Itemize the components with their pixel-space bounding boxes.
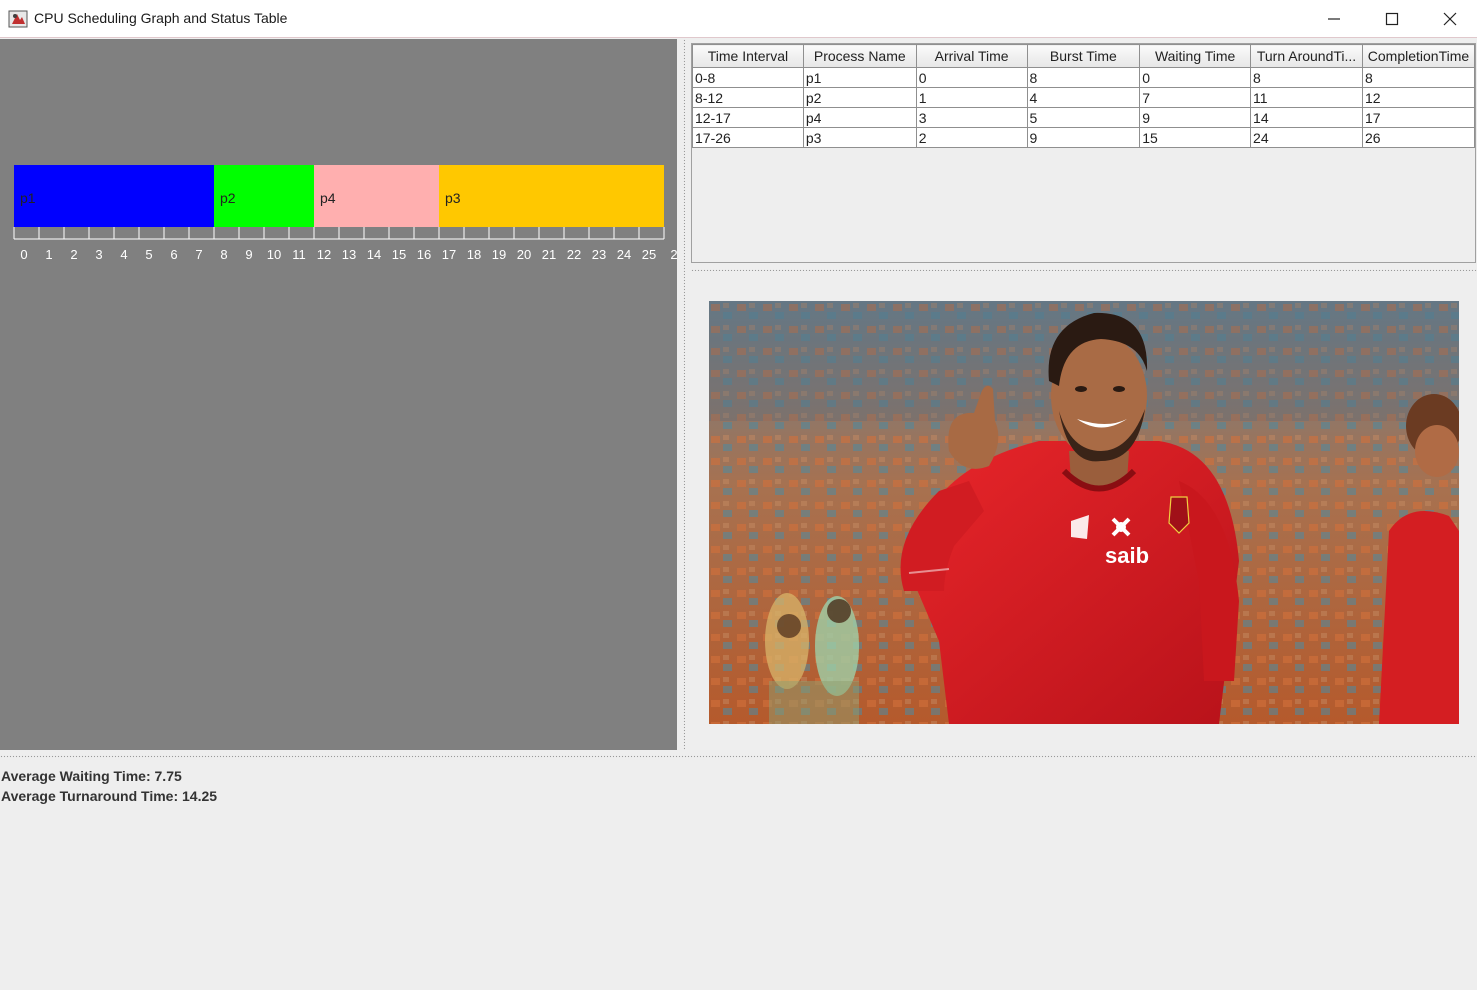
- column-header[interactable]: Turn AroundTi...: [1250, 44, 1363, 68]
- average-turnaround-time: Average Turnaround Time: 14.25: [1, 788, 218, 804]
- java-app-icon: [8, 10, 28, 28]
- table-cell[interactable]: 3: [915, 107, 1028, 128]
- image-panel: saib: [691, 277, 1477, 750]
- table-viewport: Time Interval Process Name Arrival Time Bur…: [691, 43, 1476, 263]
- gantt-bar-p1: [14, 165, 214, 227]
- status-table: Time Interval Process Name Arrival Time Bur…: [692, 44, 1476, 148]
- time-axis-tick-label: 16: [417, 247, 431, 262]
- table-row[interactable]: 17-26 p3 2 9 15 24 26: [692, 127, 1476, 148]
- column-header[interactable]: CompletionTime: [1361, 44, 1476, 68]
- table-cell[interactable]: 1: [915, 87, 1028, 108]
- statistics-panel: Average Waiting Time: 7.75 Average Turna…: [1, 766, 217, 806]
- time-axis-tick-label: 8: [220, 247, 227, 262]
- time-axis-tick-label: 20: [517, 247, 531, 262]
- time-axis-tick-label: 0: [20, 247, 27, 262]
- column-header[interactable]: Arrival Time: [915, 44, 1028, 68]
- time-axis-tick-label: 21: [542, 247, 556, 262]
- column-header[interactable]: Burst Time: [1026, 44, 1141, 68]
- gantt-chart-panel: p1 p2 p4 p3 0 1 2 3 4 5 6 7 8 9 10 11 12 13 14 15 16 17 18 19 20…: [0, 39, 677, 750]
- table-cell[interactable]: 0-8: [692, 67, 804, 88]
- time-axis-tick-label: 23: [592, 247, 606, 262]
- average-waiting-time: Average Waiting Time: 7.75: [1, 768, 182, 784]
- table-cell[interactable]: p4: [802, 107, 917, 128]
- time-axis-tick-label: 9: [245, 247, 252, 262]
- table-cell[interactable]: p1: [802, 67, 917, 88]
- time-axis-tick-label: 13: [342, 247, 356, 262]
- column-header[interactable]: Time Interval: [692, 44, 804, 68]
- time-axis-tick-label: 14: [367, 247, 381, 262]
- time-axis-tick-label: 15: [392, 247, 406, 262]
- maximize-icon: [1385, 12, 1399, 26]
- table-cell[interactable]: 8-12: [692, 87, 804, 108]
- table-row[interactable]: 8-12 p2 1 4 7 11 12: [692, 87, 1476, 108]
- time-axis-tick-label: 12: [317, 247, 331, 262]
- column-header[interactable]: Process Name: [802, 44, 917, 68]
- table-row[interactable]: 0-8 p1 0 8 0 8 8: [692, 67, 1476, 88]
- time-axis-tick-label: 6: [170, 247, 177, 262]
- table-cell[interactable]: 8: [1361, 67, 1476, 88]
- table-cell[interactable]: 7: [1139, 87, 1252, 108]
- gantt-chart: p1 p2 p4 p30 1 2 3 4 5 6 7 8 9 10 11 12 13 14 15 16 17 18 19 20…: [13, 165, 677, 262]
- right-split-divider[interactable]: [691, 263, 1477, 277]
- table-cell[interactable]: 0: [1139, 67, 1252, 88]
- table-cell[interactable]: p2: [802, 87, 917, 108]
- table-cell[interactable]: 0: [915, 67, 1028, 88]
- status-table-scrollpane: Time Interval Process Name Arrival Time Bur…: [691, 39, 1477, 263]
- table-cell[interactable]: p3: [802, 127, 917, 148]
- time-axis-tick-label: 3: [95, 247, 102, 262]
- close-button[interactable]: [1421, 0, 1477, 38]
- gantt-bar-label: p2: [220, 190, 236, 206]
- table-cell[interactable]: 24: [1250, 127, 1363, 148]
- maximize-button[interactable]: [1363, 0, 1421, 38]
- main-split-divider[interactable]: [0, 750, 1477, 764]
- gantt-bar-label: p1: [20, 190, 36, 206]
- table-header-row: Time Interval Process Name Arrival Time Bur…: [692, 44, 1476, 68]
- table-cell[interactable]: 15: [1139, 127, 1252, 148]
- time-axis-tick-label: 11: [292, 247, 306, 262]
- time-axis-tick-label: 19: [492, 247, 506, 262]
- gantt-bar-label: p3: [445, 190, 461, 206]
- table-cell[interactable]: 2: [915, 127, 1028, 148]
- table-cell[interactable]: 17-26: [692, 127, 804, 148]
- time-axis-tick-label: 2: [670, 247, 677, 262]
- table-cell[interactable]: 9: [1026, 127, 1141, 148]
- window-title: CPU Scheduling Graph and Status Table: [34, 10, 288, 26]
- time-axis-tick-label: 18: [467, 247, 481, 262]
- time-axis-tick-label: 24: [617, 247, 631, 262]
- gantt-bar-label: p4: [320, 190, 336, 206]
- minimize-icon: [1328, 18, 1340, 20]
- table-cell[interactable]: 12-17: [692, 107, 804, 128]
- kit-sponsor-text: saib: [1105, 543, 1149, 568]
- table-cell[interactable]: 4: [1026, 87, 1141, 108]
- table-cell[interactable]: 14: [1250, 107, 1363, 128]
- time-axis-tick-label: 1: [45, 247, 52, 262]
- time-axis-tick-label: 4: [120, 247, 127, 262]
- table-cell[interactable]: 5: [1026, 107, 1141, 128]
- time-axis-tick-label: 22: [567, 247, 581, 262]
- gantt-bar-p3: [439, 165, 664, 227]
- table-cell[interactable]: 17: [1361, 107, 1476, 128]
- time-axis-tick-label: 10: [267, 247, 281, 262]
- table-cell[interactable]: 8: [1026, 67, 1141, 88]
- player-photo: saib: [709, 301, 1459, 724]
- column-header[interactable]: Waiting Time: [1139, 44, 1252, 68]
- title-bar: CPU Scheduling Graph and Status Table: [0, 0, 1477, 38]
- table-cell[interactable]: 12: [1361, 87, 1476, 108]
- table-cell[interactable]: 11: [1250, 87, 1363, 108]
- minimize-button[interactable]: [1305, 0, 1363, 38]
- table-cell[interactable]: 9: [1139, 107, 1252, 128]
- table-cell[interactable]: 26: [1361, 127, 1476, 148]
- time-axis-tick-label: 5: [145, 247, 152, 262]
- time-axis-tick-label: 17: [442, 247, 456, 262]
- time-axis-tick-label: 7: [195, 247, 202, 262]
- table-cell[interactable]: 8: [1250, 67, 1363, 88]
- table-row[interactable]: 12-17 p4 3 5 9 14 17: [692, 107, 1476, 128]
- vertical-split-divider[interactable]: [677, 39, 691, 750]
- time-axis-tick-label: 25: [642, 247, 656, 262]
- table-body: 0-8 p1 0 8 0 8 8 8-12 p2 1 4 7 11 12 12-17 p4 3 5 9 14 17 17-…: [692, 67, 1476, 148]
- close-icon: [1443, 12, 1457, 26]
- time-axis-tick-label: 2: [70, 247, 77, 262]
